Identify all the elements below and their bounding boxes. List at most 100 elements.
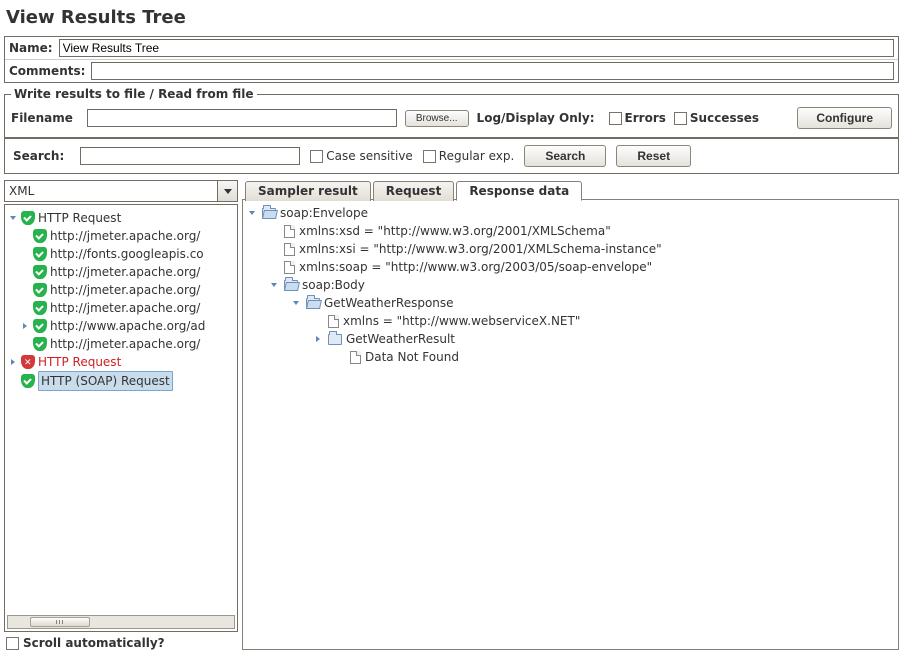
tab-response-data[interactable]: Response data <box>456 181 582 201</box>
folder-open-icon <box>262 208 276 219</box>
xml-tree-item[interactable]: soap:Body <box>249 276 892 294</box>
result-tree-item[interactable]: http://jmeter.apache.org/ <box>7 263 235 281</box>
chevron-down-icon <box>224 189 232 194</box>
result-tree-item-label: http://jmeter.apache.org/ <box>50 335 200 353</box>
xml-tree-item-label: soap:Body <box>302 276 365 294</box>
result-tree-item[interactable]: http://fonts.googleapis.co <box>7 245 235 263</box>
tree-toggle-icon <box>21 304 30 313</box>
scroll-auto-label: Scroll automatically? <box>23 636 165 650</box>
tree-toggle-icon[interactable] <box>271 276 280 294</box>
logdisplay-label: Log/Display Only: <box>477 111 595 125</box>
xml-tree-item[interactable]: xmlns:xsi = "http://www.w3.org/2001/XMLS… <box>249 240 892 258</box>
tab-request[interactable]: Request <box>373 181 455 201</box>
result-tree-item-label: HTTP Request <box>38 209 121 227</box>
xml-tree-item[interactable]: GetWeatherResponse <box>249 294 892 312</box>
result-tree-item-label: http://jmeter.apache.org/ <box>50 281 200 299</box>
name-label: Name: <box>9 41 53 55</box>
tree-toggle-icon <box>21 340 30 349</box>
case-sensitive-label: Case sensitive <box>326 149 413 163</box>
comments-label: Comments: <box>9 64 85 78</box>
xml-tree-item[interactable]: xmlns:xsd = "http://www.w3.org/2001/XMLS… <box>249 222 892 240</box>
comments-input[interactable] <box>91 62 894 80</box>
search-label: Search: <box>13 149 64 163</box>
search-button[interactable]: Search <box>524 145 606 167</box>
checkbox-icon <box>6 637 19 650</box>
tree-toggle-icon[interactable] <box>21 322 30 331</box>
tree-toggle-icon <box>21 232 30 241</box>
shield-pass-icon <box>33 337 47 351</box>
shield-pass-icon <box>21 374 35 388</box>
result-tree-item-label: HTTP (SOAP) Request <box>38 371 173 391</box>
folder-open-icon <box>306 298 320 309</box>
successes-checkbox[interactable]: Successes <box>674 111 759 125</box>
xml-tree-item-label: xmlns:soap = "http://www.w3.org/2003/05/… <box>299 258 652 276</box>
tree-toggle-icon[interactable] <box>293 294 302 312</box>
errors-checkbox[interactable]: Errors <box>609 111 666 125</box>
tree-toggle-icon[interactable] <box>9 358 18 367</box>
reset-button[interactable]: Reset <box>616 145 691 167</box>
xml-tree-item[interactable]: xmlns:soap = "http://www.w3.org/2003/05/… <box>249 258 892 276</box>
tree-toggle-icon <box>21 250 30 259</box>
tree-toggle-icon[interactable] <box>315 330 324 348</box>
result-tree-item-label: http://jmeter.apache.org/ <box>50 299 200 317</box>
result-tree-item-label: http://fonts.googleapis.co <box>50 245 204 263</box>
configure-button[interactable]: Configure <box>797 107 892 129</box>
xml-tree-item[interactable]: GetWeatherResult <box>249 330 892 348</box>
xml-tree-item[interactable]: soap:Envelope <box>249 204 892 222</box>
xml-tree-item[interactable]: Data Not Found <box>249 348 892 366</box>
horizontal-scrollbar[interactable] <box>7 615 235 629</box>
results-tree[interactable]: HTTP Requesthttp://jmeter.apache.org/htt… <box>4 204 238 632</box>
dropdown-arrow-button[interactable] <box>217 181 237 201</box>
case-sensitive-checkbox[interactable]: Case sensitive <box>310 149 413 163</box>
tree-toggle-icon <box>21 286 30 295</box>
xml-tree-item-label: xmlns:xsd = "http://www.w3.org/2001/XMLS… <box>299 222 611 240</box>
xml-tree-item[interactable]: xmlns = "http://www.webserviceX.NET" <box>249 312 892 330</box>
page-title: View Results Tree <box>4 3 899 36</box>
folder-icon <box>328 334 342 345</box>
scroll-auto-checkbox[interactable]: Scroll automatically? <box>4 632 238 650</box>
response-data-panel[interactable]: soap:Envelopexmlns:xsd = "http://www.w3.… <box>242 199 899 650</box>
result-tree-item-label: http://www.apache.org/ad <box>50 317 205 335</box>
shield-fail-icon <box>21 355 35 369</box>
file-icon <box>350 351 361 364</box>
renderer-select[interactable]: XML <box>4 180 238 202</box>
checkbox-icon <box>674 112 687 125</box>
checkbox-icon <box>609 112 622 125</box>
checkbox-icon <box>423 150 436 163</box>
result-tree-item[interactable]: http://www.apache.org/ad <box>7 317 235 335</box>
result-tree-item[interactable]: http://jmeter.apache.org/ <box>7 227 235 245</box>
result-tree-item[interactable]: HTTP Request <box>7 209 235 227</box>
scrollbar-thumb[interactable] <box>30 617 90 627</box>
regular-exp-checkbox[interactable]: Regular exp. <box>423 149 515 163</box>
result-tree-item[interactable]: http://jmeter.apache.org/ <box>7 299 235 317</box>
tree-toggle-icon[interactable] <box>9 214 18 223</box>
shield-pass-icon <box>33 247 47 261</box>
xml-tree-item-label: Data Not Found <box>365 348 459 366</box>
shield-pass-icon <box>33 265 47 279</box>
file-group-legend: Write results to file / Read from file <box>11 87 257 101</box>
result-tree-item[interactable]: HTTP Request <box>7 353 235 371</box>
successes-checkbox-label: Successes <box>690 111 759 125</box>
name-input[interactable] <box>59 39 894 57</box>
filename-label: Filename <box>11 111 73 125</box>
result-tree-item[interactable]: HTTP (SOAP) Request <box>7 371 235 391</box>
regular-exp-label: Regular exp. <box>439 149 515 163</box>
browse-button[interactable]: Browse... <box>405 110 469 127</box>
result-tree-item[interactable]: http://jmeter.apache.org/ <box>7 281 235 299</box>
result-tree-item[interactable]: http://jmeter.apache.org/ <box>7 335 235 353</box>
search-input[interactable] <box>80 147 300 165</box>
result-tree-item-label: http://jmeter.apache.org/ <box>50 227 200 245</box>
file-icon <box>284 243 295 256</box>
tab-sampler-result[interactable]: Sampler result <box>245 181 371 201</box>
renderer-selected-value: XML <box>9 184 34 198</box>
file-icon <box>284 225 295 238</box>
tree-toggle-icon <box>21 268 30 277</box>
xml-tree-item-label: xmlns = "http://www.webserviceX.NET" <box>343 312 580 330</box>
file-icon <box>328 315 339 328</box>
file-icon <box>284 261 295 274</box>
detail-tabs: Sampler result Request Response data <box>242 180 899 200</box>
tree-toggle-icon[interactable] <box>249 204 258 222</box>
shield-pass-icon <box>33 229 47 243</box>
result-tree-item-label: HTTP Request <box>38 353 121 371</box>
filename-input[interactable] <box>87 109 397 127</box>
